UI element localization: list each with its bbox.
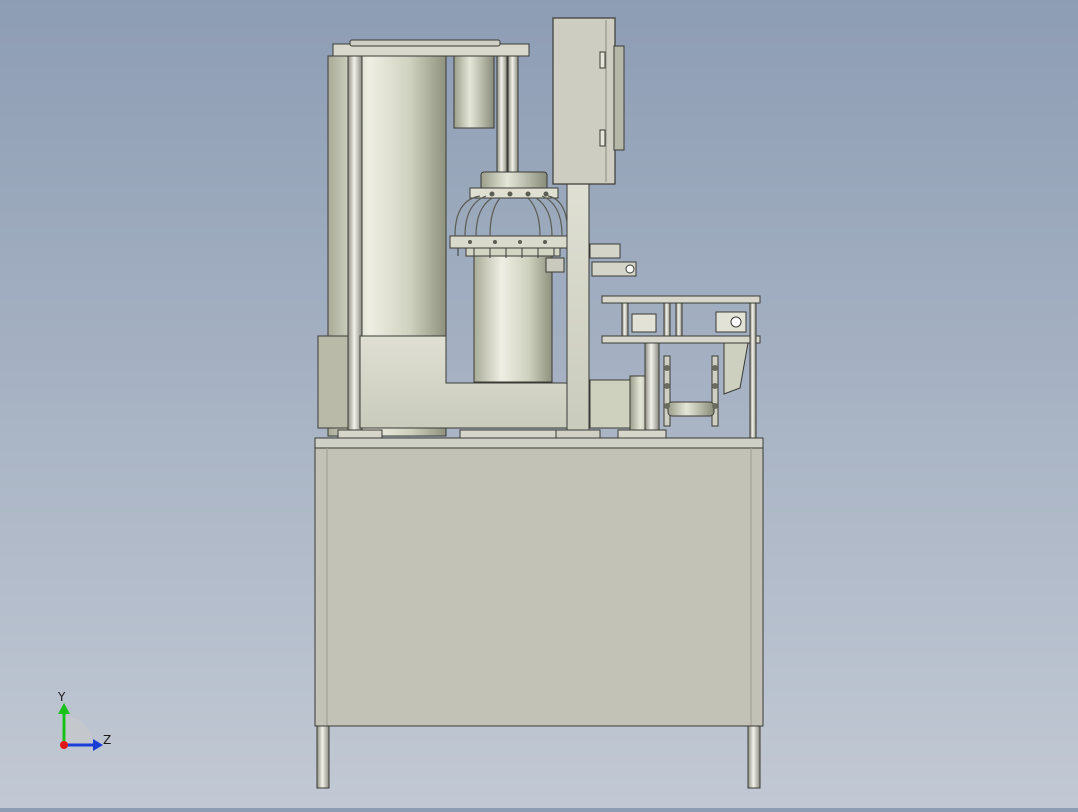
orientation-triad: Y Z (57, 690, 111, 751)
control-box (552, 17, 625, 185)
base-cabinet (314, 437, 764, 727)
cad-viewport[interactable]: Y Z (0, 0, 1078, 808)
upper-motor-block (453, 55, 495, 129)
cabinet-leg-left (316, 725, 330, 789)
upper-guide-rods (496, 55, 519, 175)
x-axis-dot (60, 741, 68, 749)
z-axis-label: Z (103, 733, 111, 747)
y-axis-arrowhead (58, 703, 70, 714)
z-axis-arrowhead (93, 739, 103, 751)
y-axis-label: Y (57, 690, 66, 704)
machine-model[interactable]: Y Z (0, 0, 1078, 808)
filling-head (449, 171, 571, 258)
cabinet-leg-right (747, 725, 761, 789)
